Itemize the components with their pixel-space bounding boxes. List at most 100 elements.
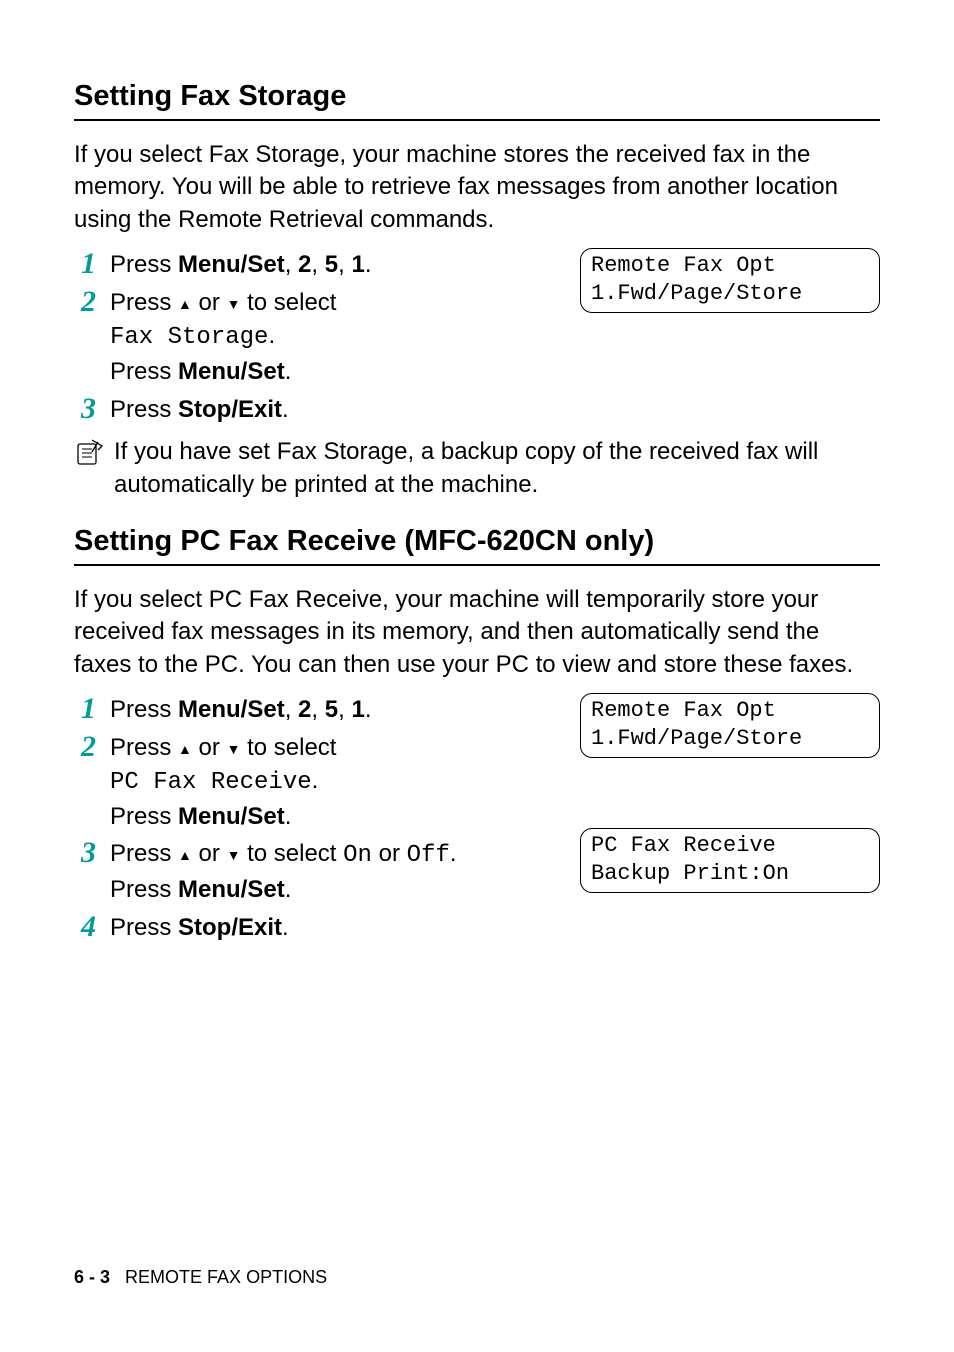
option-off: Off (407, 842, 450, 869)
text-press: Press (110, 914, 178, 941)
step-4: 4 Press Stop/Exit. (74, 911, 556, 945)
comma: , (285, 251, 298, 278)
dot: . (282, 914, 289, 941)
dot: . (285, 358, 292, 385)
lcd-display: Remote Fax Opt 1.Fwd/Page/Store (580, 693, 880, 758)
key-1: 1 (351, 251, 364, 278)
fax-storage-columns: 1 Press Menu/Set, 2, 5, 1. 2 Press ▲ or … (74, 248, 880, 430)
note-icon (74, 438, 104, 473)
lcd-line1: PC Fax Receive (591, 833, 776, 858)
text-to-select: to select (240, 840, 343, 867)
text-press: Press (110, 803, 178, 830)
dot: . (285, 803, 292, 830)
text-or: or (372, 840, 407, 867)
step-body: Press Menu/Set, 2, 5, 1. (110, 693, 556, 727)
up-arrow-icon: ▲ (178, 846, 192, 866)
lcd-line2: 1.Fwd/Page/Store (591, 281, 802, 306)
up-arrow-icon: ▲ (178, 295, 192, 315)
option-on: On (343, 842, 372, 869)
text-or: or (192, 840, 227, 867)
step-number: 2 (74, 286, 96, 317)
text-press: Press (110, 396, 178, 423)
step-body: Press ▲ or ▼ to select PC Fax Receive. P… (110, 731, 556, 834)
comma: , (311, 251, 324, 278)
lcd-line2: Backup Print:On (591, 861, 789, 886)
text-press: Press (110, 696, 178, 723)
step-body: Press Stop/Exit. (110, 393, 556, 427)
heading-pc-fax-receive: Setting PC Fax Receive (MFC-620CN only) (74, 525, 880, 566)
step-1: 1 Press Menu/Set, 2, 5, 1. (74, 248, 556, 282)
step-number: 3 (74, 393, 96, 424)
lcd-display: PC Fax Receive Backup Print:On (580, 828, 880, 893)
footer-title: REMOTE FAX OPTIONS (125, 1267, 327, 1287)
page-footer: 6 - 3 REMOTE FAX OPTIONS (74, 1267, 327, 1288)
lcd-column: Remote Fax Opt 1.Fwd/Page/Store (580, 248, 880, 313)
step-body: Press ▲ or ▼ to select On or Off. Press … (110, 837, 556, 906)
note-text: If you have set Fax Storage, a backup co… (114, 436, 880, 501)
step-body: Press Stop/Exit. (110, 911, 556, 945)
dot: . (365, 696, 372, 723)
note-row: If you have set Fax Storage, a backup co… (74, 436, 880, 501)
lcd-line1: Remote Fax Opt (591, 698, 776, 723)
key-stop-exit: Stop/Exit (178, 396, 282, 423)
text-or: or (192, 289, 227, 316)
step-number: 3 (74, 837, 96, 868)
down-arrow-icon: ▼ (227, 846, 241, 866)
text-press: Press (110, 734, 178, 761)
text-press: Press (110, 876, 178, 903)
text-or: or (192, 734, 227, 761)
key-menu-set: Menu/Set (178, 251, 285, 278)
down-arrow-icon: ▼ (227, 740, 241, 760)
step-number: 1 (74, 248, 96, 279)
lcd-column: Remote Fax Opt 1.Fwd/Page/Store PC Fax R… (580, 693, 880, 893)
comma: , (338, 251, 351, 278)
step-2: 2 Press ▲ or ▼ to select Fax Storage. Pr… (74, 286, 556, 389)
lcd-line2: 1.Fwd/Page/Store (591, 726, 802, 751)
text-to-select: to select (240, 734, 336, 761)
key-menu-set: Menu/Set (178, 696, 285, 723)
lcd-display: Remote Fax Opt 1.Fwd/Page/Store (580, 248, 880, 313)
text-press: Press (110, 251, 178, 278)
option-fax-storage: Fax Storage (110, 324, 268, 351)
up-arrow-icon: ▲ (178, 740, 192, 760)
step-1: 1 Press Menu/Set, 2, 5, 1. (74, 693, 556, 727)
step-number: 1 (74, 693, 96, 724)
intro-fax-storage: If you select Fax Storage, your machine … (74, 139, 880, 236)
down-arrow-icon: ▼ (227, 295, 241, 315)
heading-fax-storage: Setting Fax Storage (74, 80, 880, 121)
option-pc-fax: PC Fax Receive (110, 769, 312, 796)
key-1: 1 (351, 696, 364, 723)
key-stop-exit: Stop/Exit (178, 914, 282, 941)
text-press: Press (110, 358, 178, 385)
comma: , (285, 696, 298, 723)
step-number: 4 (74, 911, 96, 942)
dot: . (365, 251, 372, 278)
fax-storage-steps: 1 Press Menu/Set, 2, 5, 1. 2 Press ▲ or … (74, 248, 556, 430)
comma: , (311, 696, 324, 723)
step-3: 3 Press Stop/Exit. (74, 393, 556, 427)
key-5: 5 (325, 251, 338, 278)
dot: . (268, 322, 275, 349)
key-menu-set: Menu/Set (178, 803, 285, 830)
page-number: 6 - 3 (74, 1267, 110, 1287)
dot: . (312, 767, 319, 794)
key-menu-set: Menu/Set (178, 876, 285, 903)
step-body: Press ▲ or ▼ to select Fax Storage. Pres… (110, 286, 556, 389)
key-2: 2 (298, 251, 311, 278)
step-body: Press Menu/Set, 2, 5, 1. (110, 248, 556, 282)
text-press: Press (110, 289, 178, 316)
pc-fax-columns: 1 Press Menu/Set, 2, 5, 1. 2 Press ▲ or … (74, 693, 880, 948)
key-2: 2 (298, 696, 311, 723)
step-number: 2 (74, 731, 96, 762)
intro-pc-fax-receive: If you select PC Fax Receive, your machi… (74, 584, 880, 681)
dot: . (285, 876, 292, 903)
comma: , (338, 696, 351, 723)
step-2: 2 Press ▲ or ▼ to select PC Fax Receive.… (74, 731, 556, 834)
dot: . (450, 840, 457, 867)
text-press: Press (110, 840, 178, 867)
lcd-line1: Remote Fax Opt (591, 253, 776, 278)
key-5: 5 (325, 696, 338, 723)
text-to-select: to select (240, 289, 336, 316)
pc-fax-steps: 1 Press Menu/Set, 2, 5, 1. 2 Press ▲ or … (74, 693, 556, 948)
step-3: 3 Press ▲ or ▼ to select On or Off. Pres… (74, 837, 556, 906)
